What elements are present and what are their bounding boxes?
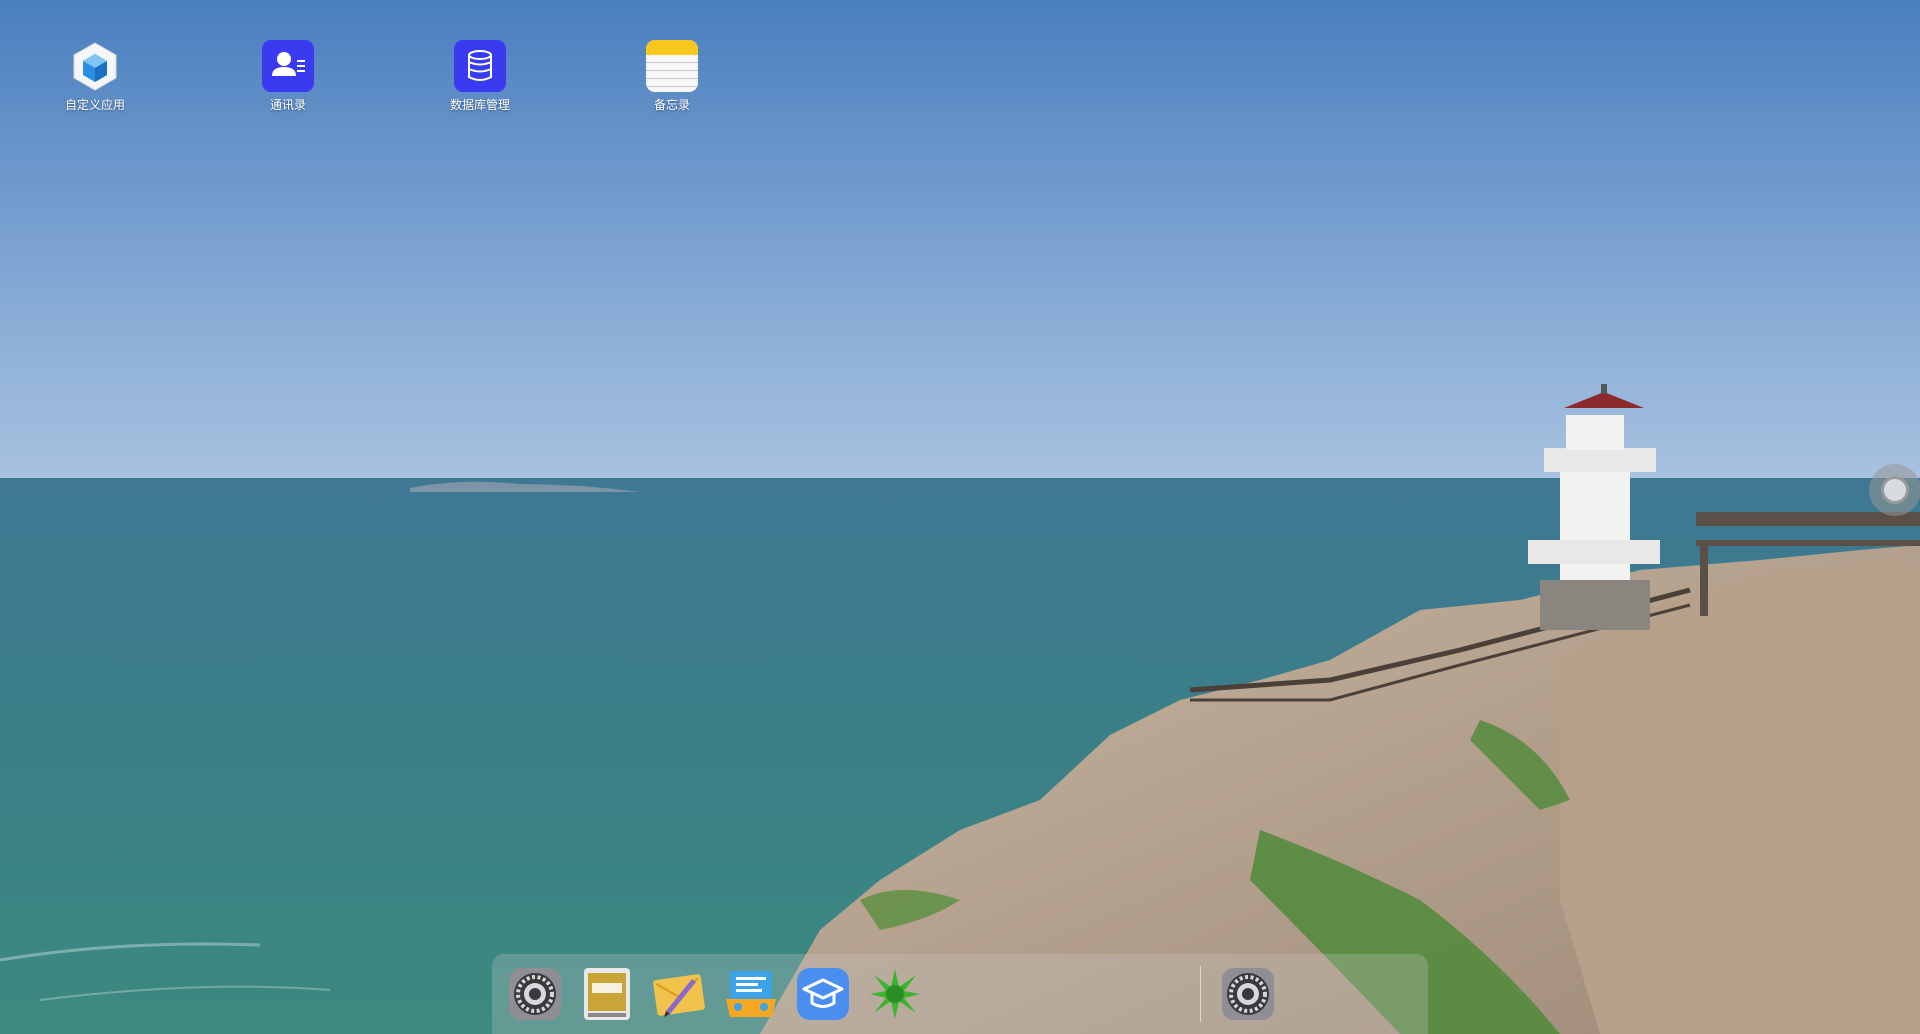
dock-item-education[interactable] (794, 965, 852, 1023)
desktop-icon-database[interactable]: 数据库管理 (425, 40, 535, 113)
desktop: 自定义应用 通讯录 数据库管理 备忘录 (0, 0, 1920, 1034)
mac-app-icon (584, 968, 630, 1020)
message-board-icon (726, 971, 776, 1017)
desktop-icon-custom-app[interactable]: 自定义应用 (40, 40, 150, 113)
dock-item-settings-recent[interactable] (1219, 965, 1277, 1023)
desktop-icon-contacts[interactable]: 通讯录 (233, 40, 343, 113)
wallpaper (0, 0, 1920, 1034)
database-icon (454, 40, 506, 92)
graduation-cap-icon (797, 968, 849, 1020)
desktop-icon-label: 数据库管理 (449, 98, 510, 112)
contacts-icon (262, 40, 314, 92)
floating-assistive-button[interactable] (1869, 464, 1920, 516)
assistive-dot-icon (1881, 476, 1909, 504)
notes-icon (646, 40, 698, 92)
desktop-icon-notes[interactable]: 备忘录 (617, 40, 727, 113)
desktop-icon-label: 备忘录 (653, 98, 690, 112)
envelope-pen-icon (653, 974, 705, 1017)
cube-icon (69, 40, 121, 92)
dock-separator (1200, 966, 1201, 1022)
settings-gear-icon (1222, 968, 1274, 1020)
dock-item-message-board[interactable] (722, 965, 780, 1023)
settings-gear-icon (509, 968, 561, 1020)
dock (492, 954, 1428, 1034)
dock-item-mail-editor[interactable] (650, 965, 708, 1023)
green-star-icon (870, 969, 920, 1019)
desktop-icon-label: 自定义应用 (64, 98, 125, 112)
dock-item-mac-app[interactable] (578, 965, 636, 1023)
dock-item-settings[interactable] (506, 965, 564, 1023)
dock-item-green-app[interactable] (866, 965, 924, 1023)
desktop-icon-label: 通讯录 (269, 98, 306, 112)
